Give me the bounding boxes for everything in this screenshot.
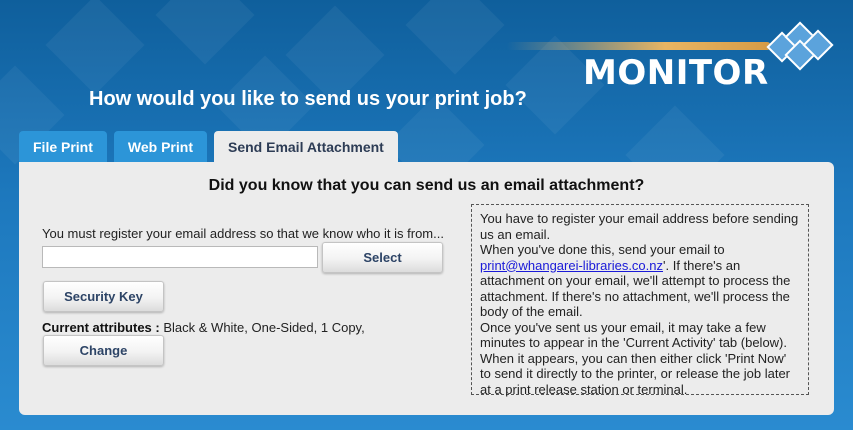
instructions-line-1: You have to register your email address … [480, 211, 799, 242]
select-button[interactable]: Select [322, 242, 443, 273]
instructions-line-2-prefix: When you've done this, send your email t… [480, 242, 725, 257]
email-input[interactable] [42, 246, 318, 268]
background-diamond [155, 0, 255, 65]
background-diamond [45, 0, 145, 95]
attributes-label: Current attributes : [42, 320, 160, 335]
security-key-button[interactable]: Security Key [43, 281, 164, 312]
tab-bar: File Print Web Print Send Email Attachme… [19, 131, 405, 163]
attributes-value: Black & White, One-Sided, 1 Copy, [163, 320, 365, 335]
page-title: How would you like to send us your print… [89, 88, 527, 110]
tab-file-print[interactable]: File Print [19, 131, 107, 162]
tab-web-print[interactable]: Web Print [113, 131, 207, 162]
logo-text: MONITOR [583, 53, 769, 93]
print-email-link[interactable]: print@whangarei-libraries.co.nz [480, 258, 663, 273]
change-button[interactable]: Change [43, 335, 164, 366]
tab-send-email-attachment[interactable]: Send Email Attachment [213, 131, 398, 163]
panel-heading: Did you know that you can send us an ema… [208, 177, 645, 194]
instructions-line-2: When you've done this, send your email t… [480, 242, 800, 320]
background-diamond [405, 0, 505, 75]
email-attachment-panel: Did you know that you can send us an ema… [19, 162, 834, 415]
instructions-line-3: Once you've sent us your email, it may t… [480, 319, 791, 397]
monitor-logo: MONITOR [507, 21, 834, 96]
register-email-label: You must register your email address so … [42, 226, 444, 241]
current-attributes: Current attributes : Black & White, One-… [42, 320, 365, 335]
email-instructions-box: You have to register your email address … [471, 204, 809, 397]
logo-stripe [507, 42, 771, 50]
